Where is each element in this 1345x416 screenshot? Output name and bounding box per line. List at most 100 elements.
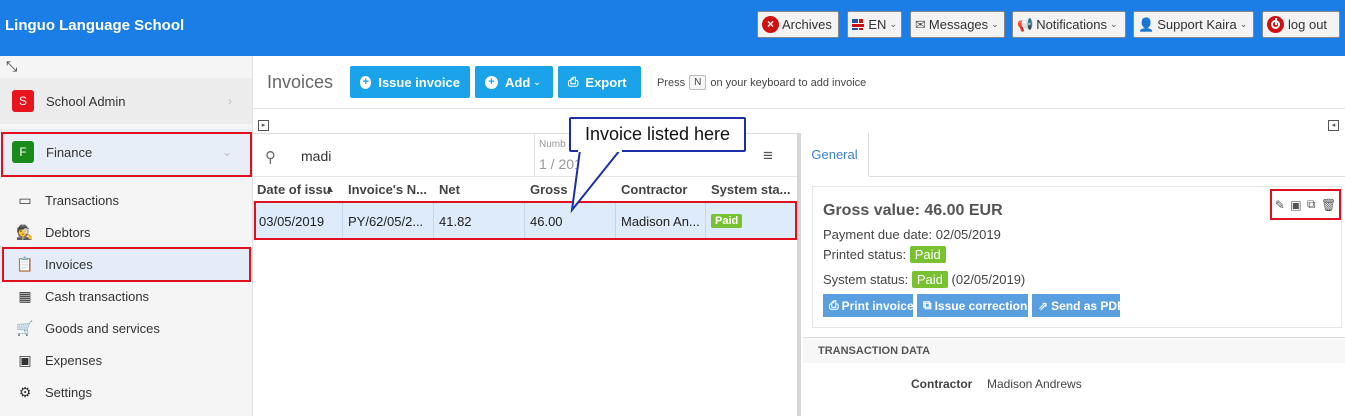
messages-dropdown[interactable]: ✉ Messages ⌄ bbox=[910, 11, 1005, 38]
search-icon: ⚲ bbox=[265, 149, 276, 166]
column-header[interactable]: Date of issu bbox=[257, 182, 331, 197]
sidebar-item-cash-transactions[interactable]: ▦ Cash transactions bbox=[0, 280, 252, 312]
contractor-value: Madison Andrews bbox=[987, 377, 1082, 391]
module-badge: S bbox=[12, 90, 34, 112]
hint-key: N bbox=[689, 75, 707, 90]
sort-arrow-icon[interactable]: ▲ bbox=[325, 184, 335, 195]
money-icon[interactable]: ▣ bbox=[1290, 198, 1301, 212]
collapse-arrows-icon[interactable]: ⤡ bbox=[6, 58, 17, 75]
sidebar-item-transactions[interactable]: ▭ Transactions bbox=[0, 184, 252, 216]
highlight-box bbox=[1, 132, 252, 177]
issue-correction-label: Issue correction bbox=[934, 298, 1028, 313]
module-school-admin[interactable]: S School Admin › bbox=[0, 78, 252, 124]
sidebar-item-label: Transactions bbox=[45, 192, 119, 208]
system-status: System status: Paid (02/05/2019) bbox=[823, 271, 1025, 288]
add-dropdown-button[interactable]: + Add ⌄ bbox=[475, 66, 553, 98]
system-status-label: System status: bbox=[823, 272, 909, 287]
column-header[interactable]: Net bbox=[439, 182, 460, 197]
gear-icon: ⚙ bbox=[18, 383, 32, 400]
hint-suffix: on your keyboard to add invoice bbox=[710, 76, 867, 89]
sidebar-item-debtors[interactable]: 🕵 Debtors bbox=[0, 216, 252, 248]
issue-invoice-button[interactable]: + Issue invoice bbox=[350, 66, 470, 98]
highlight-box bbox=[254, 201, 797, 240]
issue-invoice-label: Issue invoice bbox=[378, 74, 460, 90]
sidebar-item-expenses[interactable]: ▣ Expenses bbox=[0, 344, 252, 376]
search-input[interactable]: madi bbox=[301, 148, 331, 164]
brand-title: Linguo Language School bbox=[5, 17, 185, 34]
issue-correction-button[interactable]: ⧉ Issue correction bbox=[917, 294, 1028, 317]
user-label: Support Kaira bbox=[1157, 17, 1237, 32]
plus-circle-icon: + bbox=[360, 75, 372, 89]
table-header: Date of issu ▲ Invoice's N... Net Gross … bbox=[253, 177, 797, 202]
logout-button[interactable]: log out bbox=[1262, 11, 1340, 38]
transaction-data-heading: TRANSACTION DATA bbox=[803, 337, 1345, 363]
wallet-icon: ▣ bbox=[18, 351, 32, 368]
archives-button[interactable]: × Archives bbox=[757, 11, 839, 38]
add-label: Add bbox=[505, 74, 531, 90]
divider bbox=[253, 108, 1345, 109]
printed-status: Printed status: Paid bbox=[823, 246, 946, 263]
credit-card-icon: ▭ bbox=[18, 191, 32, 208]
user-dropdown[interactable]: 👤 Support Kaira ⌄ bbox=[1133, 11, 1254, 38]
logout-label: log out bbox=[1288, 17, 1328, 32]
chevron-right-icon: › bbox=[228, 94, 232, 108]
sidebar-item-label: Expenses bbox=[45, 352, 103, 368]
invoice-actions: ✎ ▣ ⧉ 🗑 bbox=[1270, 189, 1341, 220]
pencil-icon[interactable]: ✎ bbox=[1275, 198, 1285, 212]
chevron-down-icon: ⌄ bbox=[533, 76, 541, 87]
copy-icon: ⧉ bbox=[923, 298, 932, 312]
printer-icon: ⎙ bbox=[568, 74, 579, 89]
archives-label: Archives bbox=[782, 17, 832, 32]
sidebar: ⤡ S School Admin › F Finance ⌄ ▭ Transac… bbox=[0, 56, 253, 416]
sidebar-item-label: Goods and services bbox=[45, 320, 160, 336]
power-icon bbox=[1267, 16, 1284, 33]
column-header[interactable]: System sta... bbox=[711, 182, 791, 197]
sidebar-item-label: Debtors bbox=[45, 224, 91, 240]
column-header[interactable]: Invoice's N... bbox=[348, 182, 427, 197]
sidebar-item-goods-and-services[interactable]: 🛒 Goods and services bbox=[0, 312, 252, 344]
callout-pointer bbox=[570, 148, 623, 214]
highlight-box bbox=[2, 247, 251, 282]
tab-general[interactable]: General bbox=[801, 133, 869, 177]
envelope-icon: ✉ bbox=[915, 16, 926, 32]
detail-tabs: General bbox=[801, 133, 1345, 177]
uk-flag-icon bbox=[852, 19, 865, 30]
status-badge: Paid bbox=[911, 271, 948, 288]
menu-icon[interactable]: ≡ bbox=[763, 146, 773, 166]
chevron-down-icon: ⌄ bbox=[1239, 19, 1248, 29]
payment-due-date: Payment due date: 02/05/2019 bbox=[823, 227, 1001, 242]
send-pdf-button[interactable]: ⇗ Send as PDF bbox=[1032, 294, 1124, 317]
trash-icon[interactable]: 🗑 bbox=[1321, 198, 1336, 212]
system-status-date: (02/05/2019) bbox=[951, 272, 1026, 287]
chevron-down-icon: ⌄ bbox=[1110, 19, 1118, 29]
chevron-down-icon: ⌄ bbox=[991, 19, 999, 29]
sidebar-item-label: Settings bbox=[45, 384, 92, 400]
export-label: Export bbox=[585, 74, 627, 90]
callout-annotation: Invoice listed here bbox=[569, 117, 746, 152]
language-label: EN bbox=[868, 17, 887, 32]
user-icon: 👤 bbox=[1138, 16, 1155, 32]
page-title: Invoices bbox=[267, 72, 334, 92]
gross-value: Gross value: 46.00 EUR bbox=[823, 202, 1003, 219]
invoice-summary-card: Gross value: 46.00 EUR Payment due date:… bbox=[812, 186, 1342, 328]
notifications-dropdown[interactable]: 📢 Notifications ⌄ bbox=[1012, 11, 1126, 38]
module-label: School Admin bbox=[46, 93, 126, 109]
notifications-label: Notifications bbox=[1036, 17, 1107, 32]
contractor-label: Contractor bbox=[911, 377, 973, 391]
copy-icon[interactable]: ⧉ bbox=[1307, 197, 1316, 212]
plus-circle-icon: + bbox=[485, 75, 498, 89]
share-icon: ⇗ bbox=[1038, 298, 1049, 313]
expand-panel-icon[interactable]: ▸ bbox=[258, 120, 269, 131]
printed-status-label: Printed status: bbox=[823, 247, 907, 262]
language-dropdown[interactable]: EN ⌄ bbox=[847, 11, 902, 38]
print-invoice-button[interactable]: ⎙ Print invoice bbox=[823, 294, 914, 317]
sidebar-item-settings[interactable]: ⚙ Settings bbox=[0, 376, 252, 408]
keyboard-hint: Press N on your keyboard to add invoice bbox=[657, 75, 866, 90]
printer-icon: ⎙ bbox=[829, 298, 839, 312]
send-pdf-label: Send as PDF bbox=[1051, 298, 1125, 313]
calendar-icon: ▦ bbox=[18, 287, 32, 304]
hint-prefix: Press bbox=[657, 76, 686, 89]
export-button[interactable]: ⎙ Export bbox=[558, 66, 641, 98]
collapse-panel-icon[interactable]: ◂ bbox=[1328, 120, 1339, 131]
chevron-down-icon: ⌄ bbox=[889, 19, 897, 29]
